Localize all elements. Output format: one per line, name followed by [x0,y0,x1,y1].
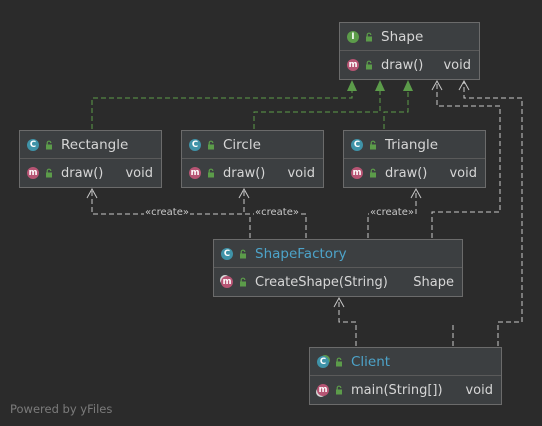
edge-client-to-shape [463,82,523,346]
lock-icon [240,277,246,287]
method-icon: m [189,167,201,179]
client-class-node[interactable]: C Client m main(String[]) void [309,347,502,405]
edge-circle-implements-shape [253,86,381,129]
interface-icon: I [347,30,359,43]
class-icon: C [351,138,363,151]
shapefactory-title: ShapeFactory [255,245,347,262]
return-type: Shape [413,274,454,290]
circle-class-node[interactable]: C Circle m draw() void [181,130,324,188]
create-label-rectangle: «create» [144,207,190,218]
return-type: void [125,165,153,181]
implements-arrow-rectangle [347,80,357,91]
lock-icon [208,168,214,178]
lock-icon [336,357,342,366]
class-icon: C [221,247,233,260]
client-title: Client [351,353,391,370]
create-label-circle: «create» [254,207,300,218]
create-label-triangle: «create» [369,207,415,218]
method-icon: m [27,167,39,179]
triangle-method-draw[interactable]: m draw() void [344,159,485,187]
implements-arrow-circle [375,80,385,91]
rectangle-class-node[interactable]: C Rectangle m draw() void [19,130,162,188]
method-name: draw() [385,165,428,181]
lock-icon [46,168,52,178]
return-type: void [443,57,471,73]
implements-arrow-triangle [403,80,413,91]
triangle-class-node[interactable]: C Triangle m draw() void [343,130,486,188]
return-type: void [287,165,315,181]
static-method-icon: m [221,276,233,288]
method-name: draw() [61,165,104,181]
rectangle-header: C Rectangle [20,131,161,159]
shape-title: Shape [381,28,424,45]
method-name: draw() [381,57,424,73]
rectangle-method-draw[interactable]: m draw() void [20,159,161,187]
shapefactory-method-createshape[interactable]: m CreateShape(String) Shape [214,268,462,296]
lock-icon [366,32,372,41]
method-name: draw() [223,165,266,181]
shapefactory-class-node[interactable]: C ShapeFactory m CreateShape(String) Sha… [213,239,463,297]
return-type: void [449,165,477,181]
class-icon: C [317,355,329,368]
powered-by-footer: Powered by yFiles [10,402,113,416]
circle-method-draw[interactable]: m draw() void [182,159,323,187]
lock-icon [370,168,376,178]
return-type: void [465,382,493,398]
shape-header: I Shape [340,23,479,51]
triangle-title: Triangle [385,136,439,153]
lock-icon [240,249,246,258]
lock-icon [46,140,52,149]
edge-rectangle-implements-shape [91,86,353,129]
static-method-icon: m [317,384,329,396]
circle-title: Circle [223,136,261,153]
shapefactory-header: C ShapeFactory [214,240,462,268]
class-icon: C [189,138,201,151]
method-icon: m [347,59,359,71]
edge-triangle-implements-shape [383,86,409,129]
edge-client-to-factory [338,298,357,346]
client-method-main[interactable]: m main(String[]) void [310,376,501,404]
client-header: C Client [310,348,501,376]
shape-method-draw[interactable]: m draw() void [340,51,479,79]
method-name: main(String[]) [351,382,443,398]
lock-icon [370,140,376,149]
triangle-header: C Triangle [344,131,485,159]
method-name: CreateShape(String) [255,274,388,290]
method-icon: m [351,167,363,179]
shape-interface-node[interactable]: I Shape m draw() void [339,22,480,80]
lock-icon [208,140,214,149]
circle-header: C Circle [182,131,323,159]
lock-icon [366,60,372,70]
rectangle-title: Rectangle [61,136,129,153]
class-icon: C [27,138,39,151]
lock-icon [336,385,342,395]
